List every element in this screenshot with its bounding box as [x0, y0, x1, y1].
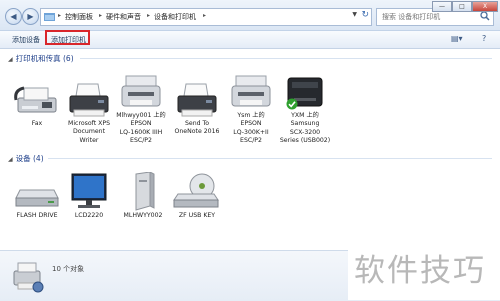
group-divider	[48, 158, 492, 159]
device-label: Microsoft XPS Document Writer	[67, 120, 111, 144]
device-fax[interactable]: Fax	[8, 80, 66, 128]
device-label: Ysm 上的 EPSON LQ-300K+II ESC/P2	[233, 112, 269, 144]
search-icon	[480, 11, 490, 21]
breadcrumb-separator: ▸	[58, 12, 62, 19]
add-printer-highlight	[45, 30, 90, 45]
breadcrumb-separator: ▸	[203, 12, 207, 19]
back-button[interactable]: ◀	[5, 8, 22, 25]
device-zf-usb-key[interactable]: ZF USB KEY	[168, 172, 226, 220]
monitor-icon	[71, 173, 107, 208]
help-icon[interactable]: ?	[482, 34, 486, 43]
close-button[interactable]: X	[472, 1, 498, 12]
drive-icon	[15, 189, 59, 207]
breadcrumb-separator: ▸	[147, 12, 151, 19]
minimize-button[interactable]: —	[432, 1, 452, 12]
devices-group-header[interactable]: ◢ 设备 (4)	[8, 153, 44, 164]
device-label: Send To OneNote 2016	[174, 120, 220, 136]
device-label: Fax	[31, 120, 43, 127]
refresh-icon[interactable]: ↻	[361, 10, 369, 20]
device-flash-drive[interactable]: FLASH DRIVE	[8, 172, 66, 220]
optical-drive-icon	[173, 173, 219, 208]
device-lcd2220[interactable]: LCD2220	[60, 172, 118, 220]
device-epson-lq1600k[interactable]: Mlhwyy001 上的 EPSON LQ-1600K IIIH ESC/P2	[112, 72, 170, 145]
device-microsoft-xps[interactable]: Microsoft XPS Document Writer	[60, 80, 118, 145]
device-label: YXM 上的 Samsung SCX-3200 Series (USB002)	[279, 112, 331, 144]
chevron-down-icon[interactable]: ▼	[352, 11, 357, 18]
folder-icon	[44, 13, 55, 21]
printer-icon	[231, 75, 271, 107]
device-mlhwyy002[interactable]: MLHWYY002	[114, 171, 172, 220]
device-label: FLASH DRIVE	[16, 212, 58, 219]
maximize-button[interactable]: □	[452, 1, 472, 12]
device-samsung-scx3200[interactable]: YXM 上的 Samsung SCX-3200 Series (USB002)	[276, 72, 334, 145]
view-options-icon[interactable]: ▤▾	[451, 34, 463, 43]
object-count: 10 个对象	[52, 265, 85, 273]
devices-printers-icon	[13, 262, 44, 293]
printers-group-header[interactable]: ◢ 打印机和传真 (6)	[8, 53, 74, 64]
watermark-text: 软件技巧	[354, 253, 486, 289]
watermark: 软件技巧	[348, 225, 500, 300]
device-label: Mlhwyy001 上的 EPSON LQ-1600K IIIH ESC/P2	[116, 112, 166, 144]
printer-icon	[121, 75, 161, 107]
breadcrumb-devices-printers[interactable]: 设备和打印机	[154, 12, 196, 22]
collapse-arrow-icon: ◢	[8, 56, 13, 63]
printer-icon	[177, 83, 217, 117]
collapse-arrow-icon: ◢	[8, 156, 13, 163]
printer-icon	[69, 83, 109, 117]
address-field[interactable]: ▸ 控制面板 ▸ 硬件和声音 ▸ 设备和打印机 ▸ ▼ ↻	[40, 8, 372, 26]
device-label: MLHWYY002	[123, 212, 163, 219]
device-epson-lq300k[interactable]: Ysm 上的 EPSON LQ-300K+II ESC/P2	[222, 72, 280, 145]
address-bar: ◀ ▶ ▸ 控制面板 ▸ 硬件和声音 ▸ 设备和打印机 ▸ ▼ ↻ — □ X	[0, 0, 500, 31]
device-send-to-onenote[interactable]: Send To OneNote 2016	[168, 80, 226, 137]
add-device-button[interactable]: 添加设备	[12, 35, 40, 45]
group-divider	[80, 58, 492, 59]
default-check-icon	[286, 98, 298, 110]
device-label: LCD2220	[74, 212, 104, 219]
fax-icon	[14, 86, 57, 113]
computer-tower-icon	[135, 171, 155, 211]
device-label: ZF USB KEY	[178, 212, 216, 219]
forward-button[interactable]: ▶	[22, 8, 39, 25]
breadcrumb-control-panel[interactable]: 控制面板	[65, 12, 93, 22]
breadcrumb-separator: ▸	[99, 12, 103, 19]
breadcrumb-hardware-sound[interactable]: 硬件和声音	[106, 12, 141, 22]
